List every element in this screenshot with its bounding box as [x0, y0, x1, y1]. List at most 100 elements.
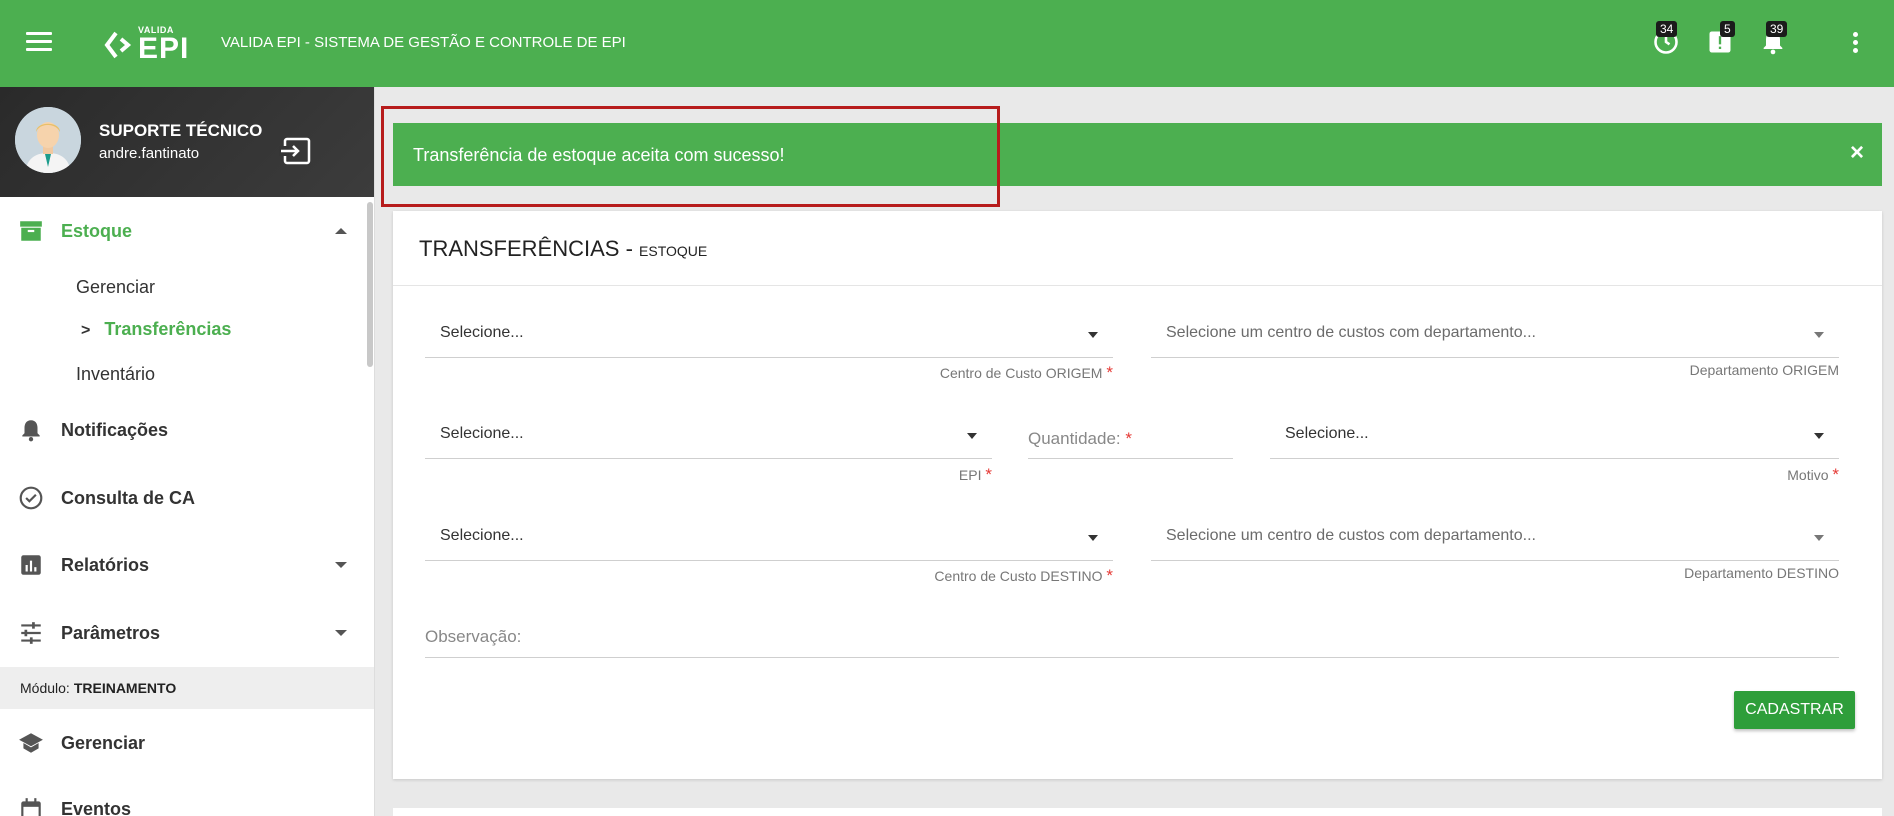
required-mark: * — [1106, 363, 1113, 382]
calendar-icon — [21, 798, 41, 816]
school-icon — [19, 733, 43, 753]
close-icon[interactable]: × — [1850, 139, 1864, 167]
sidebar-item-relatorios[interactable]: Relatórios — [0, 545, 360, 585]
sidebar-subitem-gerenciar[interactable]: Gerenciar — [76, 277, 155, 298]
page-title-sub: ESTOQUE — [639, 243, 708, 259]
notifications-button[interactable]: 39 — [1759, 21, 1789, 58]
cc-origem-label-text: Centro de Custo ORIGEM — [939, 365, 1103, 381]
expand-icon — [335, 630, 347, 636]
motivo-value: Selecione... — [1285, 425, 1369, 442]
transfer-form-card: TRANSFERÊNCIAS - ESTOQUE Selecione... Ce… — [393, 211, 1882, 779]
dropdown-arrow-icon — [1814, 433, 1824, 439]
cc-destino-label-text: Centro de Custo DESTINO — [934, 568, 1103, 584]
sidebar-item-consulta-ca[interactable]: Consulta de CA — [0, 478, 360, 518]
collapse-icon — [335, 228, 347, 234]
card-divider — [393, 285, 1882, 286]
epi-select[interactable]: Selecione... — [425, 415, 992, 459]
observacao-input[interactable]: Observação: — [425, 623, 1839, 658]
avatar — [15, 107, 81, 173]
cc-destino-label: Centro de Custo DESTINO * — [934, 566, 1113, 586]
dropdown-arrow-icon — [1814, 332, 1824, 338]
sidebar: SUPORTE TÉCNICO andre.fantinato Estoque … — [0, 87, 375, 816]
next-card-edge — [393, 808, 1882, 816]
quantidade-label-text: Quantidade: — [1028, 429, 1121, 448]
dropdown-arrow-icon — [967, 433, 977, 439]
menu-icon[interactable] — [26, 32, 52, 52]
dep-destino-select[interactable]: Selecione um centro de custos com depart… — [1151, 517, 1839, 561]
dep-origem-select[interactable]: Selecione um centro de custos com depart… — [1151, 314, 1839, 358]
cc-destino-value: Selecione... — [440, 527, 524, 544]
cc-origem-select[interactable]: Selecione... — [425, 314, 1113, 358]
archive-icon — [20, 221, 42, 241]
logout-icon — [279, 137, 311, 165]
quantidade-input[interactable]: Quantidade: * — [1028, 415, 1233, 459]
motivo-label: Motivo * — [1787, 465, 1839, 485]
chevron-right-icon: > — [81, 322, 91, 339]
alerts-badge: 5 — [1720, 21, 1735, 37]
sidebar-item-notificacoes-label: Notificações — [61, 419, 169, 440]
logo-mark-icon — [104, 31, 132, 59]
dep-destino-label: Departamento DESTINO — [1684, 565, 1839, 581]
notifications-badge: 39 — [1766, 21, 1788, 37]
more-options-icon[interactable] — [1853, 32, 1861, 54]
dep-destino-value: Selecione um centro de custos com depart… — [1166, 527, 1536, 544]
alerts-button[interactable]: 5 — [1706, 21, 1736, 58]
required-mark: * — [1125, 429, 1132, 448]
cc-destino-select[interactable]: Selecione... — [425, 517, 1113, 561]
motivo-label-text: Motivo — [1787, 467, 1829, 483]
logo-big-text: EPI — [138, 32, 190, 65]
app-title: VALIDA EPI - SISTEMA DE GESTÃO E CONTROL… — [221, 34, 626, 51]
top-app-bar: VALIDA EPI VALIDA EPI - SISTEMA DE GESTÃ… — [0, 0, 1894, 87]
epi-value: Selecione... — [440, 425, 524, 442]
sidebar-item-consulta-ca-label: Consulta de CA — [61, 487, 196, 508]
module-name: TREINAMENTO — [73, 680, 177, 696]
history-badge: 34 — [1656, 21, 1678, 37]
logout-button[interactable] — [279, 137, 311, 165]
sidebar-subitem-transferencias-label: Transferências — [104, 319, 232, 339]
page-title-main: TRANSFERÊNCIAS - — [419, 236, 640, 261]
sidebar-item-parametros[interactable]: Parâmetros — [0, 613, 360, 653]
sidebar-subitem-inventario[interactable]: Inventário — [76, 364, 155, 385]
motivo-select[interactable]: Selecione... — [1270, 415, 1839, 459]
user-login: andre.fantinato — [99, 145, 200, 162]
app-logo[interactable]: VALIDA EPI — [104, 26, 189, 64]
check-circle-icon — [19, 486, 43, 510]
tune-icon — [21, 622, 41, 644]
sidebar-item-eventos-label: Eventos — [61, 798, 132, 816]
user-name: SUPORTE TÉCNICO — [99, 121, 263, 140]
dropdown-arrow-icon — [1088, 535, 1098, 541]
sidebar-item-notificacoes[interactable]: Notificações — [0, 410, 360, 450]
cc-origem-label: Centro de Custo ORIGEM * — [940, 363, 1113, 383]
dropdown-arrow-icon — [1088, 332, 1098, 338]
bar-chart-icon — [21, 555, 41, 575]
sidebar-item-relatorios-label: Relatórios — [61, 554, 150, 575]
required-mark: * — [1832, 465, 1839, 484]
expand-icon — [335, 562, 347, 568]
history-button[interactable]: 34 — [1652, 21, 1682, 58]
dep-origem-value: Selecione um centro de custos com depart… — [1166, 324, 1536, 341]
page-title: TRANSFERÊNCIAS - ESTOQUE — [419, 236, 707, 262]
bell-icon — [22, 420, 40, 442]
cc-origem-value: Selecione... — [440, 324, 524, 341]
sidebar-item-estoque-label: Estoque — [61, 220, 133, 241]
sidebar-item-gerenciar-label: Gerenciar — [61, 732, 146, 753]
quantidade-label: Quantidade: * — [1028, 429, 1132, 449]
epi-label-text: EPI — [958, 467, 982, 483]
sidebar-item-eventos[interactable]: Eventos — [0, 789, 360, 816]
sidebar-item-gerenciar[interactable]: Gerenciar — [0, 723, 360, 763]
user-panel: SUPORTE TÉCNICO andre.fantinato — [0, 87, 374, 197]
sidebar-item-estoque[interactable]: Estoque — [0, 211, 360, 251]
cadastrar-button[interactable]: CADASTRAR — [1734, 691, 1855, 729]
highlight-box — [381, 106, 1000, 207]
sidebar-item-parametros-label: Parâmetros — [61, 622, 161, 643]
dep-origem-label: Departamento ORIGEM — [1689, 362, 1839, 378]
observacao-label: Observação: — [425, 627, 522, 646]
sidebar-subitem-transferencias[interactable]: > Transferências — [81, 319, 231, 340]
required-mark: * — [1106, 566, 1113, 585]
required-mark: * — [985, 465, 992, 484]
epi-label: EPI * — [959, 465, 992, 485]
module-label: Módulo: — [20, 680, 70, 696]
dropdown-arrow-icon — [1814, 535, 1824, 541]
sidebar-scrollbar[interactable] — [367, 202, 373, 367]
module-indicator: Módulo: TREINAMENTO — [0, 667, 374, 709]
